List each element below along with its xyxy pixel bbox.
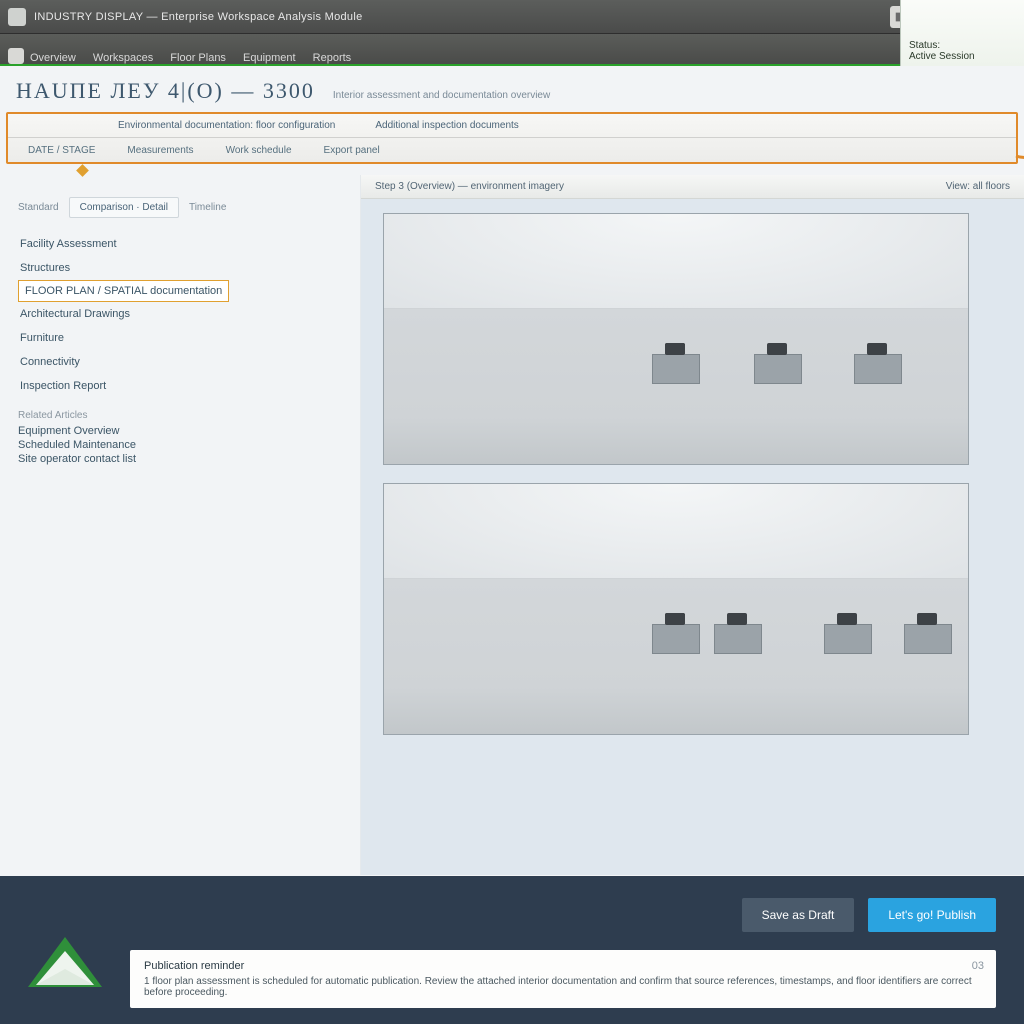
highlighted-nav-tab[interactable]: Export panel xyxy=(324,145,380,156)
breadcrumb-item[interactable]: Reports xyxy=(313,52,352,64)
footer-notice-card: Publication reminder 1 floor plan assess… xyxy=(130,950,996,1008)
highlighted-nav-link[interactable]: Additional inspection documents xyxy=(375,120,518,131)
session-status-panel: Status: Active Session xyxy=(900,0,1024,66)
sidebar-item-drawings[interactable]: Architectural Drawings xyxy=(18,302,342,326)
sidebar-item-connectivity[interactable]: Connectivity xyxy=(18,350,342,374)
tab-bar: Overview Workspaces Floor Plans Equipmen… xyxy=(0,34,1024,66)
highlighted-nav-block: Environmental documentation: floor confi… xyxy=(6,112,1018,164)
sidebar-item-floorplan[interactable]: FLOOR PLAN / SPATIAL documentation xyxy=(18,280,229,302)
sidebar-section-heading: Related Articles xyxy=(18,410,342,421)
save-draft-button[interactable]: Save as Draft xyxy=(742,898,855,932)
sidebar-article-link[interactable]: Equipment Overview xyxy=(18,425,342,437)
highlighted-nav-tab[interactable]: DATE / STAGE xyxy=(28,145,95,156)
session-status-value: Active Session xyxy=(909,51,1016,62)
content-info-bar: Step 3 (Overview) — environment imagery … xyxy=(361,175,1024,199)
breadcrumb-item[interactable]: Floor Plans xyxy=(170,52,226,64)
tab-favicon xyxy=(8,48,24,64)
info-bar-step: Step 3 (Overview) — environment imagery xyxy=(375,181,564,192)
breadcrumb-item[interactable]: Equipment xyxy=(243,52,296,64)
main-content: Step 3 (Overview) — environment imagery … xyxy=(360,175,1024,875)
highlighted-nav-tab[interactable]: Work schedule xyxy=(226,145,292,156)
highlighted-nav-link[interactable]: Environmental documentation: floor confi… xyxy=(118,120,335,131)
notice-count: 03 xyxy=(972,960,984,972)
sidebar-item-report[interactable]: Inspection Report xyxy=(18,374,342,398)
sidebar-article-link[interactable]: Scheduled Maintenance xyxy=(18,439,342,451)
highlighted-nav-tab[interactable]: Measurements xyxy=(127,145,193,156)
footer-action-bar: Save as Draft Let's go! Publish Publicat… xyxy=(0,876,1024,1024)
envelope-icon xyxy=(22,929,108,1000)
notice-title: Publication reminder xyxy=(144,960,982,972)
gallery-image[interactable] xyxy=(383,483,969,735)
view-mode-pill[interactable]: Comparison · Detail xyxy=(69,197,179,218)
breadcrumb: Overview Workspaces Floor Plans Equipmen… xyxy=(30,52,365,64)
breadcrumb-item[interactable]: Overview xyxy=(30,52,76,64)
window-title: INDUSTRY DISPLAY — Enterprise Workspace … xyxy=(34,11,363,23)
sidebar-item-structures[interactable]: Structures xyxy=(18,256,342,280)
sidebar: Standard Comparison · Detail Timeline Fa… xyxy=(0,175,360,875)
session-status-label: Status: xyxy=(909,40,1016,51)
callout-arrow-icon xyxy=(1014,126,1024,166)
page-surface: HAUПЕ ЛЕУ 4|(О) — 3300 Interior assessme… xyxy=(0,66,1024,876)
browser-chrome: INDUSTRY DISPLAY — Enterprise Workspace … xyxy=(0,0,1024,34)
page-header: HAUПЕ ЛЕУ 4|(О) — 3300 Interior assessme… xyxy=(0,66,1024,110)
image-gallery xyxy=(361,199,1024,749)
notice-body: 1 floor plan assessment is scheduled for… xyxy=(144,976,982,998)
publish-button[interactable]: Let's go! Publish xyxy=(868,898,996,932)
gallery-image[interactable] xyxy=(383,213,969,465)
page-subtitle: Interior assessment and documentation ov… xyxy=(333,90,550,101)
breadcrumb-item[interactable]: Workspaces xyxy=(93,52,153,64)
view-mode-label: Standard xyxy=(18,202,59,213)
view-mode-label: Timeline xyxy=(189,202,226,213)
window-favicon xyxy=(8,8,26,26)
sidebar-item-furniture[interactable]: Furniture xyxy=(18,326,342,350)
info-bar-view[interactable]: View: all floors xyxy=(946,181,1010,192)
sidebar-item-assessment[interactable]: Facility Assessment xyxy=(18,232,342,256)
page-title: HAUПЕ ЛЕУ 4|(О) — 3300 xyxy=(16,78,315,104)
sidebar-article-link[interactable]: Site operator contact list xyxy=(18,453,342,465)
